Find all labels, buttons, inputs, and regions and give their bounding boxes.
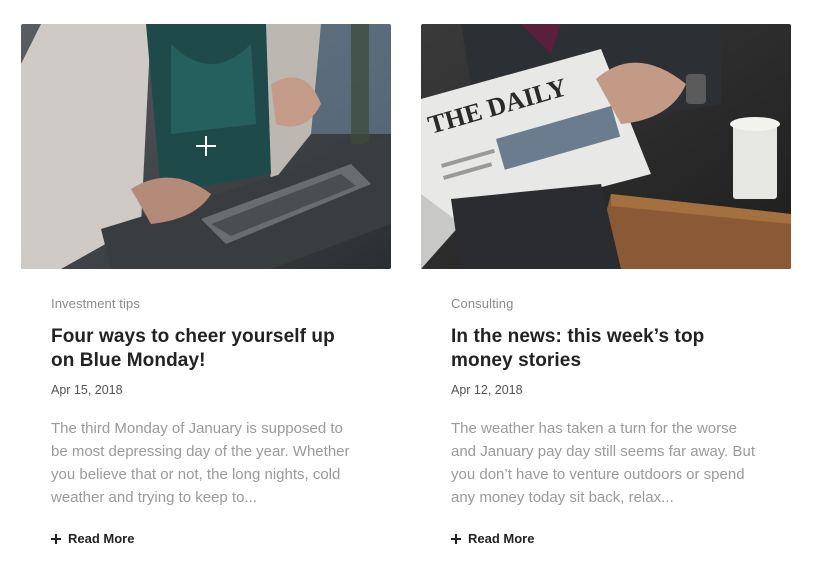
blog-grid: Investment tips Four ways to cheer yours… xyxy=(0,0,815,568)
post-thumbnail[interactable] xyxy=(21,24,391,269)
post-thumbnail[interactable]: THE DAILY xyxy=(421,24,791,269)
post-excerpt: The weather has taken a turn for the wor… xyxy=(451,420,756,506)
newspaper-photo-icon: THE DAILY xyxy=(421,24,791,269)
post-title[interactable]: Four ways to cheer yourself up on Blue M… xyxy=(51,325,361,373)
post-category[interactable]: Consulting xyxy=(451,296,513,311)
plus-icon xyxy=(51,533,61,544)
post-title[interactable]: In the news: this week’s top money stori… xyxy=(451,325,761,373)
blog-card: THE DAILY Consulting In the news: this w… xyxy=(421,24,791,549)
read-more-link[interactable]: Read More xyxy=(451,531,534,546)
read-more-label: Read More xyxy=(468,531,535,546)
post-category[interactable]: Investment tips xyxy=(51,296,140,311)
plus-icon xyxy=(451,533,461,544)
blog-card: Investment tips Four ways to cheer yours… xyxy=(21,24,391,549)
read-more-label: Read More xyxy=(68,531,135,546)
expand-plus-icon[interactable] xyxy=(196,136,216,156)
post-date: Apr 12, 2018 xyxy=(451,383,523,397)
read-more-link[interactable]: Read More xyxy=(51,531,134,546)
post-date: Apr 15, 2018 xyxy=(51,383,123,397)
post-excerpt: The third Monday of January is supposed … xyxy=(51,420,350,506)
